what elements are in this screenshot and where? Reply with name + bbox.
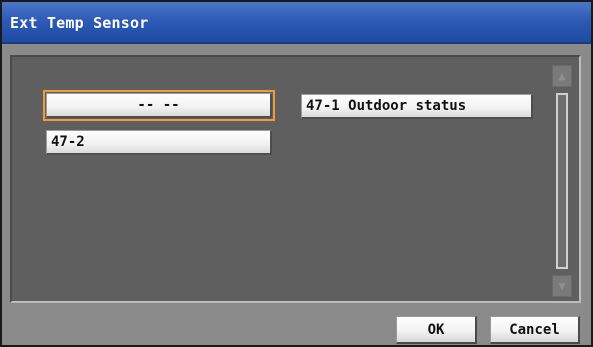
- scroll-down-button[interactable]: ▼: [552, 275, 572, 297]
- list-item-47-1[interactable]: 47-1 Outdoor status: [301, 94, 533, 119]
- cancel-button[interactable]: Cancel: [490, 316, 580, 344]
- title-bar: Ext Temp Sensor: [2, 2, 591, 44]
- item-list-panel: -- -- 47-1 Outdoor status 47-2 ▲ ▼: [10, 55, 581, 303]
- arrow-down-icon: ▼: [558, 279, 566, 293]
- list-item-label: 47-1 Outdoor status: [306, 98, 467, 114]
- list-item-47-2[interactable]: 47-2: [46, 130, 272, 155]
- scroll-track[interactable]: [556, 93, 568, 269]
- scroll-up-button[interactable]: ▲: [552, 65, 572, 87]
- dialog-window: Ext Temp Sensor -- -- 47-1 Outdoor statu…: [0, 0, 593, 347]
- list-item-label: -- --: [137, 97, 180, 113]
- arrow-up-icon: ▲: [558, 69, 566, 83]
- window-title: Ext Temp Sensor: [10, 14, 149, 32]
- list-item-label: 47-2: [51, 134, 85, 150]
- list-item-none[interactable]: -- --: [43, 90, 275, 121]
- ok-button[interactable]: OK: [396, 316, 477, 344]
- button-bar: OK Cancel: [2, 311, 591, 345]
- vertical-scrollbar[interactable]: ▲ ▼: [552, 65, 572, 297]
